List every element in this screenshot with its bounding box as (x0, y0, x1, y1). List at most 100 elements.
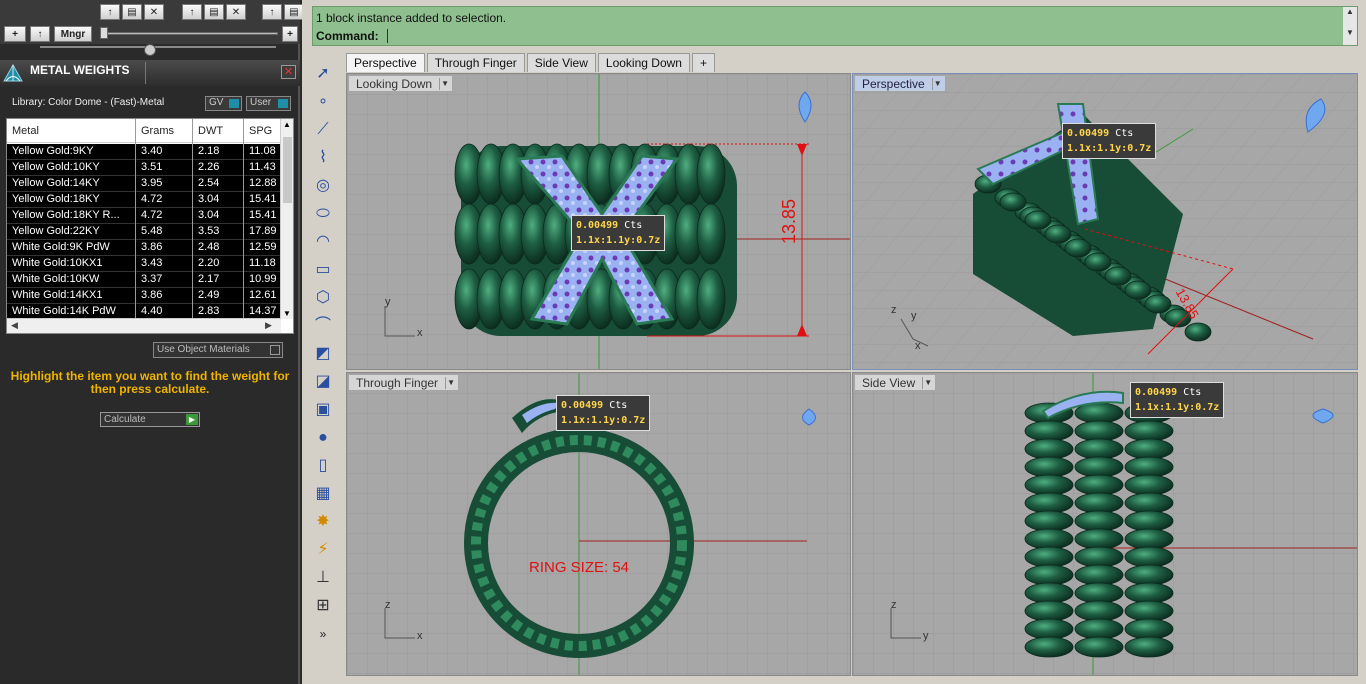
rectangle-icon[interactable]: ▭ (311, 258, 335, 282)
save-icon[interactable]: ▤ (122, 4, 142, 20)
add-tab-button[interactable]: + (691, 53, 715, 72)
spg-cell: 15.41 (249, 193, 277, 205)
up-arrow-icon[interactable]: ↑ (100, 4, 120, 20)
scroll-left-icon[interactable]: ◀ (11, 320, 18, 331)
scroll-down-icon[interactable]: ▼ (283, 309, 291, 318)
carat-tooltip: 0.00499 Cts 1.1x:1.1y:0.7z (1130, 382, 1225, 418)
carat-value: 0.00499 (561, 400, 604, 411)
viewport-label-through-finger[interactable]: Through Finger ▼ (348, 374, 460, 391)
top-toolbar: ↑ ▤ ✕ ↑ ▤ ✕ ↑ ▤ (0, 0, 304, 24)
gv-toggle[interactable]: GV (205, 96, 242, 111)
ring-bead (1124, 546, 1174, 568)
table-row[interactable]: Yellow Gold:18KY R... 4.72 3.04 15.41 (7, 208, 281, 224)
user-toggle[interactable]: User (246, 96, 291, 111)
table-row[interactable]: Yellow Gold:10KY 3.51 2.26 11.43 (7, 160, 281, 176)
more-tools-icon[interactable]: » (311, 622, 335, 646)
viewport-label-side-view[interactable]: Side View ▼ (854, 374, 937, 391)
ring-bead (1074, 636, 1124, 658)
calculate-field[interactable]: Calculate ▶ (100, 412, 200, 427)
polyline-icon[interactable]: ⟋ (311, 118, 335, 142)
table-vertical-scrollbar[interactable]: ▲ ▼ (280, 119, 293, 319)
up-button[interactable]: ↑ (30, 26, 50, 42)
viewport-label-looking-down[interactable]: Looking Down ▼ (348, 75, 454, 92)
command-history: 1 block instance added to selection. (316, 11, 507, 25)
table-row[interactable]: Yellow Gold:9KY 3.40 2.18 11.08 (7, 144, 281, 160)
viewport-label-perspective[interactable]: Perspective ▼ (854, 75, 946, 92)
close-panel-icon[interactable]: ✕ (281, 65, 296, 79)
table-horizontal-scrollbar[interactable]: ◀ ▶ (7, 318, 281, 333)
table-row[interactable]: White Gold:14KX1 3.86 2.49 12.61 (7, 288, 281, 304)
polygon-icon[interactable]: ⬡ (311, 286, 335, 310)
splitter-knob-icon[interactable] (144, 44, 156, 56)
point-icon[interactable]: ∘ (311, 90, 335, 114)
ring-bead (1024, 510, 1074, 532)
table-row[interactable]: Yellow Gold:18KY 4.72 3.04 15.41 (7, 192, 281, 208)
save-icon[interactable]: ▤ (204, 4, 224, 20)
splitter[interactable] (40, 46, 276, 48)
scroll-down-icon[interactable]: ▼ (1343, 28, 1357, 37)
ring-bead (1074, 546, 1124, 568)
ring-bead (1024, 600, 1074, 622)
close-icon[interactable]: ✕ (144, 4, 164, 20)
command-scrollbar[interactable]: ▲ ▼ (1343, 7, 1357, 45)
cylinder-icon[interactable]: ▯ (311, 454, 335, 478)
select-arrow-icon[interactable]: ➚ (311, 62, 335, 86)
play-icon[interactable]: ▶ (186, 414, 198, 425)
table-row[interactable]: White Gold:10KX1 3.43 2.20 11.18 (7, 256, 281, 272)
viewport-looking-down[interactable]: Looking Down ▼ 13.85 0.00499 Cts 1.1x:1.1… (346, 73, 851, 370)
command-input[interactable] (387, 29, 388, 43)
gear-icon[interactable]: ✸ (311, 510, 335, 534)
viewport-perspective[interactable]: Perspective ▼ 13.85 0.00499 Cts 1.1x:1.1y… (852, 73, 1358, 370)
save-icon[interactable]: ▤ (284, 4, 304, 20)
tab-through-finger[interactable]: Through Finger (426, 53, 525, 72)
scale-line: 1.1x:1.1y:0.7z (1135, 402, 1220, 413)
slider-thumb[interactable] (100, 27, 108, 39)
table-row[interactable]: White Gold:10KW 3.37 2.17 10.99 (7, 272, 281, 288)
ring-bead (1184, 322, 1212, 342)
up-arrow-icon[interactable]: ↑ (182, 4, 202, 20)
scroll-up-icon[interactable]: ▲ (1343, 7, 1357, 16)
carat-value: 0.00499 (1067, 128, 1110, 139)
ring-bead (1124, 600, 1174, 622)
column-header-metal[interactable]: Metal (12, 125, 39, 137)
scroll-thumb[interactable] (283, 137, 292, 203)
surface-icon[interactable]: ◩ (311, 342, 335, 366)
column-header-spg[interactable]: SPG (249, 125, 272, 137)
viewport-side-view[interactable]: Side View ▼ 0.00499 Cts 1.1x:1.1y:0.7z z … (852, 372, 1358, 676)
tab-looking-down[interactable]: Looking Down (597, 53, 690, 72)
viewport-menu-icon[interactable]: ▼ (439, 78, 450, 90)
close-icon[interactable]: ✕ (226, 4, 246, 20)
transform-icon[interactable]: ⊥ (311, 566, 335, 590)
table-row[interactable]: Yellow Gold:14KY 3.95 2.54 12.88 (7, 176, 281, 192)
scroll-up-icon[interactable]: ▲ (283, 120, 291, 129)
viewport-menu-icon[interactable]: ▼ (445, 377, 456, 389)
tab-side-view[interactable]: Side View (526, 53, 596, 72)
fillet-icon[interactable]: ⌒ (311, 314, 335, 338)
curve-icon[interactable]: ⌇ (311, 146, 335, 170)
viewport-through-finger[interactable]: Through Finger ▼ RING SIZE: 54 0.00499 Ct… (346, 372, 851, 676)
arc-icon[interactable]: ◠ (311, 230, 335, 254)
use-object-materials-dropdown[interactable]: Use Object Materials (153, 342, 283, 358)
box-icon[interactable]: ▣ (311, 398, 335, 422)
scroll-right-icon[interactable]: ▶ (265, 320, 272, 331)
measure-icon[interactable]: ⊞ (311, 594, 335, 618)
extrude-icon[interactable]: ◪ (311, 370, 335, 394)
add-button[interactable]: + (4, 26, 26, 42)
add-button-2[interactable]: + (282, 26, 298, 42)
column-header-dwt[interactable]: DWT (198, 125, 223, 137)
ellipse-icon[interactable]: ⬭ (311, 202, 335, 226)
table-row[interactable]: Yellow Gold:22KY 5.48 3.53 17.89 (7, 224, 281, 240)
table-row[interactable]: White Gold:9K PdW 3.86 2.48 12.59 (7, 240, 281, 256)
viewport-menu-icon[interactable]: ▼ (931, 78, 943, 90)
manager-button[interactable]: Mngr (54, 26, 92, 42)
tab-perspective[interactable]: Perspective (346, 53, 425, 72)
slider-track[interactable] (100, 32, 278, 35)
toolbar-group-2: ↑ ▤ ✕ (182, 4, 246, 20)
lightning-icon[interactable]: ⚡ (311, 538, 335, 562)
sphere-icon[interactable]: ● (311, 426, 335, 450)
up-arrow-icon[interactable]: ↑ (262, 4, 282, 20)
column-header-grams[interactable]: Grams (141, 125, 174, 137)
viewport-menu-icon[interactable]: ▼ (922, 377, 933, 389)
mesh-icon[interactable]: ▦ (311, 482, 335, 506)
circle-icon[interactable]: ◎ (311, 174, 335, 198)
